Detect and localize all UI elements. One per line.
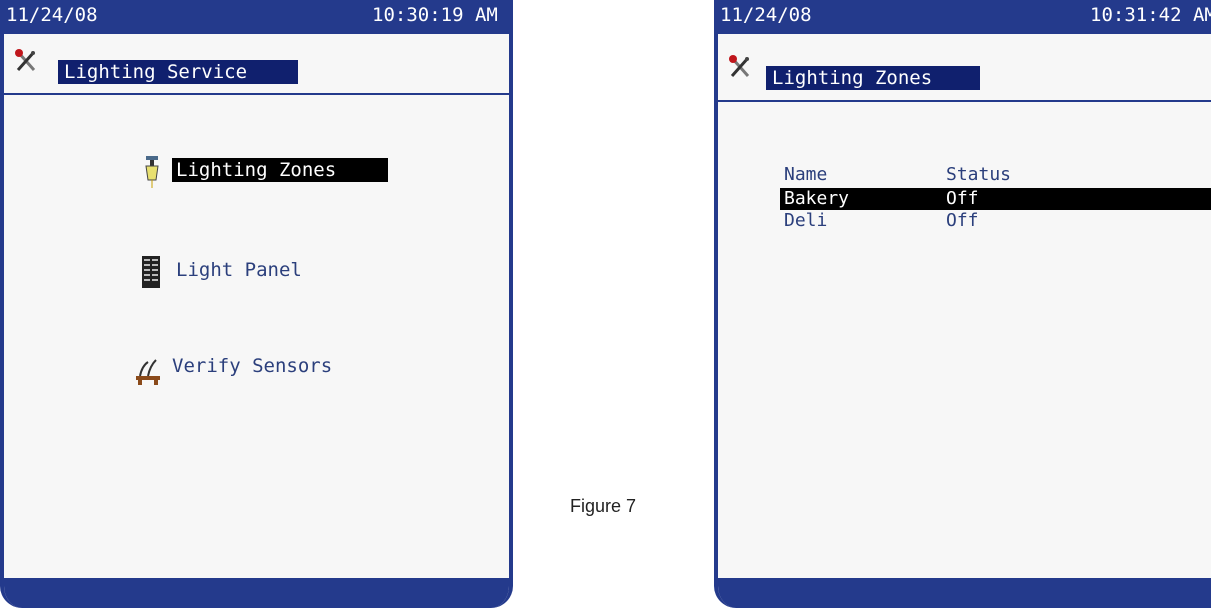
status-date: 11/24/08: [720, 4, 812, 26]
lighting-service-screen: 11/24/08 10:30:19 AM Lighting Service Li…: [0, 0, 513, 608]
light-bulb-icon: [145, 156, 159, 188]
title-divider: [4, 93, 509, 95]
figure-caption: Figure 7: [570, 496, 637, 516]
bottom-bar: [4, 578, 509, 608]
status-bar: 11/24/08 10:31:42 AM: [718, 0, 1211, 34]
page-title: Lighting Zones: [766, 66, 980, 90]
menu-label-verify-sensors[interactable]: Verify Sensors: [168, 354, 336, 378]
tools-icon: [15, 49, 36, 71]
menu-label-lighting-zones[interactable]: Lighting Zones: [172, 158, 388, 182]
status-bar: 11/24/08 10:30:19 AM: [4, 0, 509, 34]
menu-label-light-panel[interactable]: Light Panel: [172, 258, 306, 282]
zone-status: Off: [946, 188, 979, 209]
table-row[interactable]: Deli Off: [780, 210, 1211, 232]
panel-icon: [142, 256, 160, 288]
title-row: Lighting Zones: [718, 50, 1211, 94]
column-header-status: Status: [946, 164, 1012, 185]
title-divider: [718, 100, 1211, 102]
status-time: 10:30:19 AM: [372, 4, 498, 26]
sensor-icon: [136, 359, 160, 385]
page-title: Lighting Service: [58, 60, 298, 84]
zone-name: Deli: [784, 210, 828, 231]
lighting-zones-screen: 11/24/08 10:31:42 AM Lighting Zones Name…: [714, 0, 1211, 608]
status-time: 10:31:42 AM: [1090, 4, 1211, 26]
zone-status: Off: [946, 210, 979, 231]
column-header-name: Name: [784, 164, 828, 185]
zone-name: Bakery: [784, 188, 850, 209]
tools-icon: [729, 55, 750, 77]
table-header: Name Status: [780, 164, 1211, 186]
title-row: Lighting Service: [4, 44, 509, 88]
table-row[interactable]: Bakery Off: [780, 188, 1211, 210]
status-date: 11/24/08: [6, 4, 98, 26]
bottom-bar: [718, 578, 1211, 608]
